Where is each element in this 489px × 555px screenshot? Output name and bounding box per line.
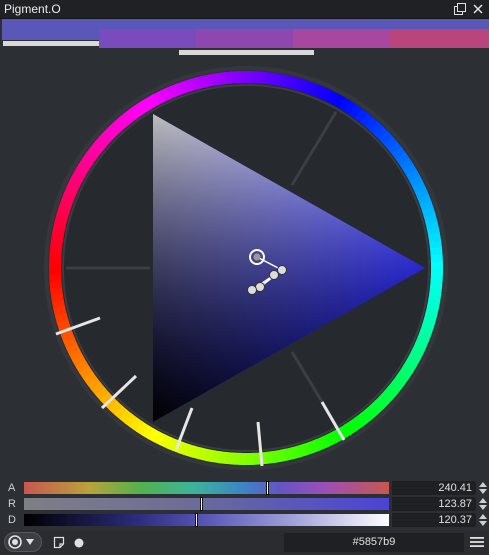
- color-selector-dot: [253, 253, 261, 261]
- slider-label: D: [8, 514, 16, 526]
- slider-row-d: D 120.37: [0, 513, 489, 527]
- menu-icon[interactable]: [469, 535, 485, 549]
- history-swatch[interactable]: [196, 29, 293, 48]
- history-swatch[interactable]: [293, 29, 390, 48]
- slider-handle[interactable]: [200, 497, 203, 511]
- history-swatch[interactable]: [99, 29, 196, 48]
- value-slider[interactable]: [24, 513, 389, 527]
- dropdown-icon: [26, 539, 34, 545]
- spin-arrows-icon[interactable]: [478, 481, 488, 495]
- window-title: Pigment.O: [4, 2, 61, 16]
- hex-code-field[interactable]: #5857b9: [284, 533, 464, 552]
- history-swatch[interactable]: [2, 19, 99, 40]
- harmony-point[interactable]: [247, 285, 257, 295]
- note-icon[interactable]: [53, 536, 65, 549]
- spin-arrows-icon[interactable]: [478, 497, 488, 511]
- color-wheel[interactable]: [0, 56, 489, 476]
- dot-icon[interactable]: [73, 537, 85, 549]
- color-history: [2, 19, 489, 55]
- close-icon[interactable]: [470, 1, 486, 17]
- slider-label: A: [8, 482, 16, 494]
- color-wheel-panel: [0, 56, 489, 476]
- slider-value-r[interactable]: 123.87: [392, 497, 476, 511]
- hue-slider[interactable]: [24, 481, 389, 495]
- title-bar: Pigment.O: [0, 0, 489, 19]
- saturation-slider[interactable]: [24, 497, 389, 511]
- panel-mode-button[interactable]: [4, 532, 42, 552]
- float-icon[interactable]: [452, 1, 468, 17]
- bottom-toolbar: #5857b9: [0, 530, 489, 555]
- slider-value-d[interactable]: 120.37: [392, 513, 476, 527]
- slider-row-r: R 123.87: [0, 497, 489, 511]
- history-swatch-top: [99, 19, 489, 29]
- harmony-point[interactable]: [269, 270, 279, 280]
- slider-handle[interactable]: [266, 481, 269, 495]
- harmony-point[interactable]: [277, 265, 287, 275]
- history-swatch[interactable]: [390, 29, 489, 48]
- slider-handle[interactable]: [195, 513, 198, 527]
- history-selection-marker: [179, 50, 314, 55]
- slider-value-a[interactable]: 240.41: [392, 481, 476, 495]
- spin-arrows-icon[interactable]: [478, 513, 488, 527]
- slider-label: R: [8, 498, 16, 510]
- slider-row-a: A 240.41: [0, 481, 489, 495]
- history-current-marker: [3, 41, 99, 46]
